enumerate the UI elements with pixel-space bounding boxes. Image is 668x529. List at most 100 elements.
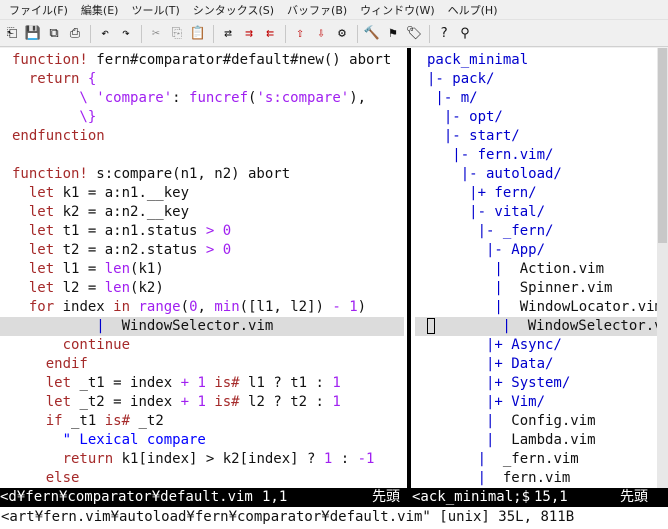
code-token: ( [180,299,190,315]
code-line[interactable] [0,146,404,165]
tree-line[interactable]: |+ fern/ [415,184,668,203]
tree-token: | [427,432,495,448]
vertical-scrollbar[interactable] [657,48,668,488]
tree-token: |+ System/ [427,375,571,391]
code-line[interactable]: \ 'compare': funcref('s:compare'), [0,89,404,108]
code-token: l2 ? t2 : [239,394,333,410]
tree-line[interactable]: |+ System/ [415,374,668,393]
build-tags-icon[interactable]: ⚑ [383,24,403,44]
code-token: { [87,71,97,87]
tree-token: | [435,318,511,334]
file-tree-pane[interactable]: pack_minimal |- pack/ |- m/ |- opt/ |- st… [415,48,668,488]
cut-icon[interactable]: ✂ [146,24,166,44]
tree-line[interactable]: |- autoload/ [415,165,668,184]
tree-line[interactable]: |- m/ [415,89,668,108]
find-next-icon[interactable]: ⇉ [239,24,259,44]
code-token: 'compare' [96,90,173,106]
tree-line[interactable]: | fern.vim [415,469,668,488]
code-line[interactable]: return k1[index] > k2[index] ? 1 : -1 [0,450,404,469]
paste-icon[interactable]: 📋 [188,24,208,44]
code-line[interactable]: " Lexical compare [0,431,404,450]
code-token: + 1 [180,375,206,391]
tree-line[interactable]: | WindowSelector.vi [415,317,668,336]
code-line[interactable]: if _t1 is# _t2 [0,412,404,431]
tree-token: WindowSelector.vi [510,318,668,334]
tree-line[interactable]: | WindowLocator.vim [415,298,668,317]
code-line[interactable]: endfunction [0,127,404,146]
find-prev-icon[interactable]: ⇇ [260,24,280,44]
toolbar-separator [357,24,358,43]
code-line[interactable]: let t2 = a:n2.status > 0 [0,241,404,260]
code-line[interactable]: | WindowSelector.vim [0,317,404,336]
code-token: + 1 [180,394,206,410]
tree-line[interactable]: |+ Async/ [415,336,668,355]
redo-icon[interactable]: ↷ [116,24,136,44]
tree-line[interactable]: |- _fern/ [415,222,668,241]
undo-icon[interactable]: ↶ [95,24,115,44]
tree-line[interactable]: |- vital/ [415,203,668,222]
save-session-icon[interactable]: ⇩ [311,24,331,44]
toolbar-separator [141,24,142,43]
tree-token: |- _fern/ [427,223,554,239]
tree-line[interactable]: |- opt/ [415,108,668,127]
make-icon[interactable]: 🔨 [362,24,382,44]
tree-token: _fern.vim [486,451,579,467]
code-line[interactable]: function! s:compare(n1, n2) abort [0,165,404,184]
run-script-icon[interactable]: ⚙ [332,24,352,44]
tree-line[interactable]: |- fern.vim/ [415,146,668,165]
toolbar-separator [90,24,91,43]
tree-line[interactable]: |+ Data/ [415,355,668,374]
help-icon[interactable]: ? [434,24,454,44]
code-line[interactable]: for index in range(0, min([l1, l2]) - 1) [0,298,404,317]
find-help-icon[interactable]: ⚲ [455,24,475,44]
code-line[interactable]: return { [0,70,404,89]
code-line[interactable]: else [0,469,404,488]
command-line[interactable]: <art¥fern.vim¥autoload¥fern¥comparator¥d… [0,507,668,529]
toolbar-separator [285,24,286,43]
tree-token: Config.vim [494,413,596,429]
code-token: k1 = a:n1.__key [54,185,190,201]
menu-item[interactable]: ツール(T) [126,2,184,18]
save-all-icon[interactable]: ⧉ [44,24,64,44]
jump-tag-icon[interactable]: 🏷 [404,24,424,44]
code-line[interactable]: let _t1 = index + 1 is# l1 ? t1 : 1 [0,374,404,393]
tree-line[interactable]: | Spinner.vim [415,279,668,298]
code-line[interactable]: let k2 = a:n2.__key [0,203,404,222]
vertical-split-bar[interactable] [404,48,415,488]
menu-item[interactable]: ウィンドウ(W) [355,2,439,18]
copy-icon[interactable]: ⎘ [167,24,187,44]
tree-line[interactable]: |- start/ [415,127,668,146]
tree-line[interactable]: | Lambda.vim [415,431,668,450]
tree-line[interactable]: |- App/ [415,241,668,260]
save-icon[interactable]: 💾 [23,24,43,44]
tree-line[interactable]: | _fern.vim [415,450,668,469]
find-replace-icon[interactable]: ⇄ [218,24,238,44]
code-line[interactable]: let l2 = len(k2) [0,279,404,298]
tree-line[interactable]: |- pack/ [415,70,668,89]
right-status-scroll: 先頭 [620,489,648,505]
code-line[interactable]: let _t2 = index + 1 is# l2 ? t2 : 1 [0,393,404,412]
tree-line[interactable]: pack_minimal [415,51,668,70]
menu-item[interactable]: シンタックス(S) [188,2,279,18]
load-session-icon[interactable]: ⇧ [290,24,310,44]
tree-line[interactable]: | Action.vim [415,260,668,279]
code-line[interactable]: continue [0,336,404,355]
code-line[interactable]: let k1 = a:n1.__key [0,184,404,203]
menu-item[interactable]: ファイル(F) [4,2,73,18]
tree-line[interactable]: | Config.vim [415,412,668,431]
menu-item[interactable]: バッファ(B) [282,2,352,18]
code-line[interactable]: \} [0,108,404,127]
open-icon[interactable]: ⎗ [2,24,22,44]
code-pane[interactable]: function! fern#comparator#default#new() … [0,48,404,488]
code-token: let [12,261,55,277]
menu-item[interactable]: ヘルプ(H) [443,2,503,18]
code-line[interactable]: function! fern#comparator#default#new() … [0,51,404,70]
code-line[interactable]: let l1 = len(k1) [0,260,404,279]
tree-line[interactable]: |+ Vim/ [415,393,668,412]
code-line[interactable]: let t1 = a:n1.status > 0 [0,222,404,241]
scrollbar-thumb[interactable] [658,48,667,243]
code-line[interactable]: endif [0,355,404,374]
print-icon[interactable]: ⎙ [65,24,85,44]
menu-item[interactable]: 編集(E) [76,2,124,18]
